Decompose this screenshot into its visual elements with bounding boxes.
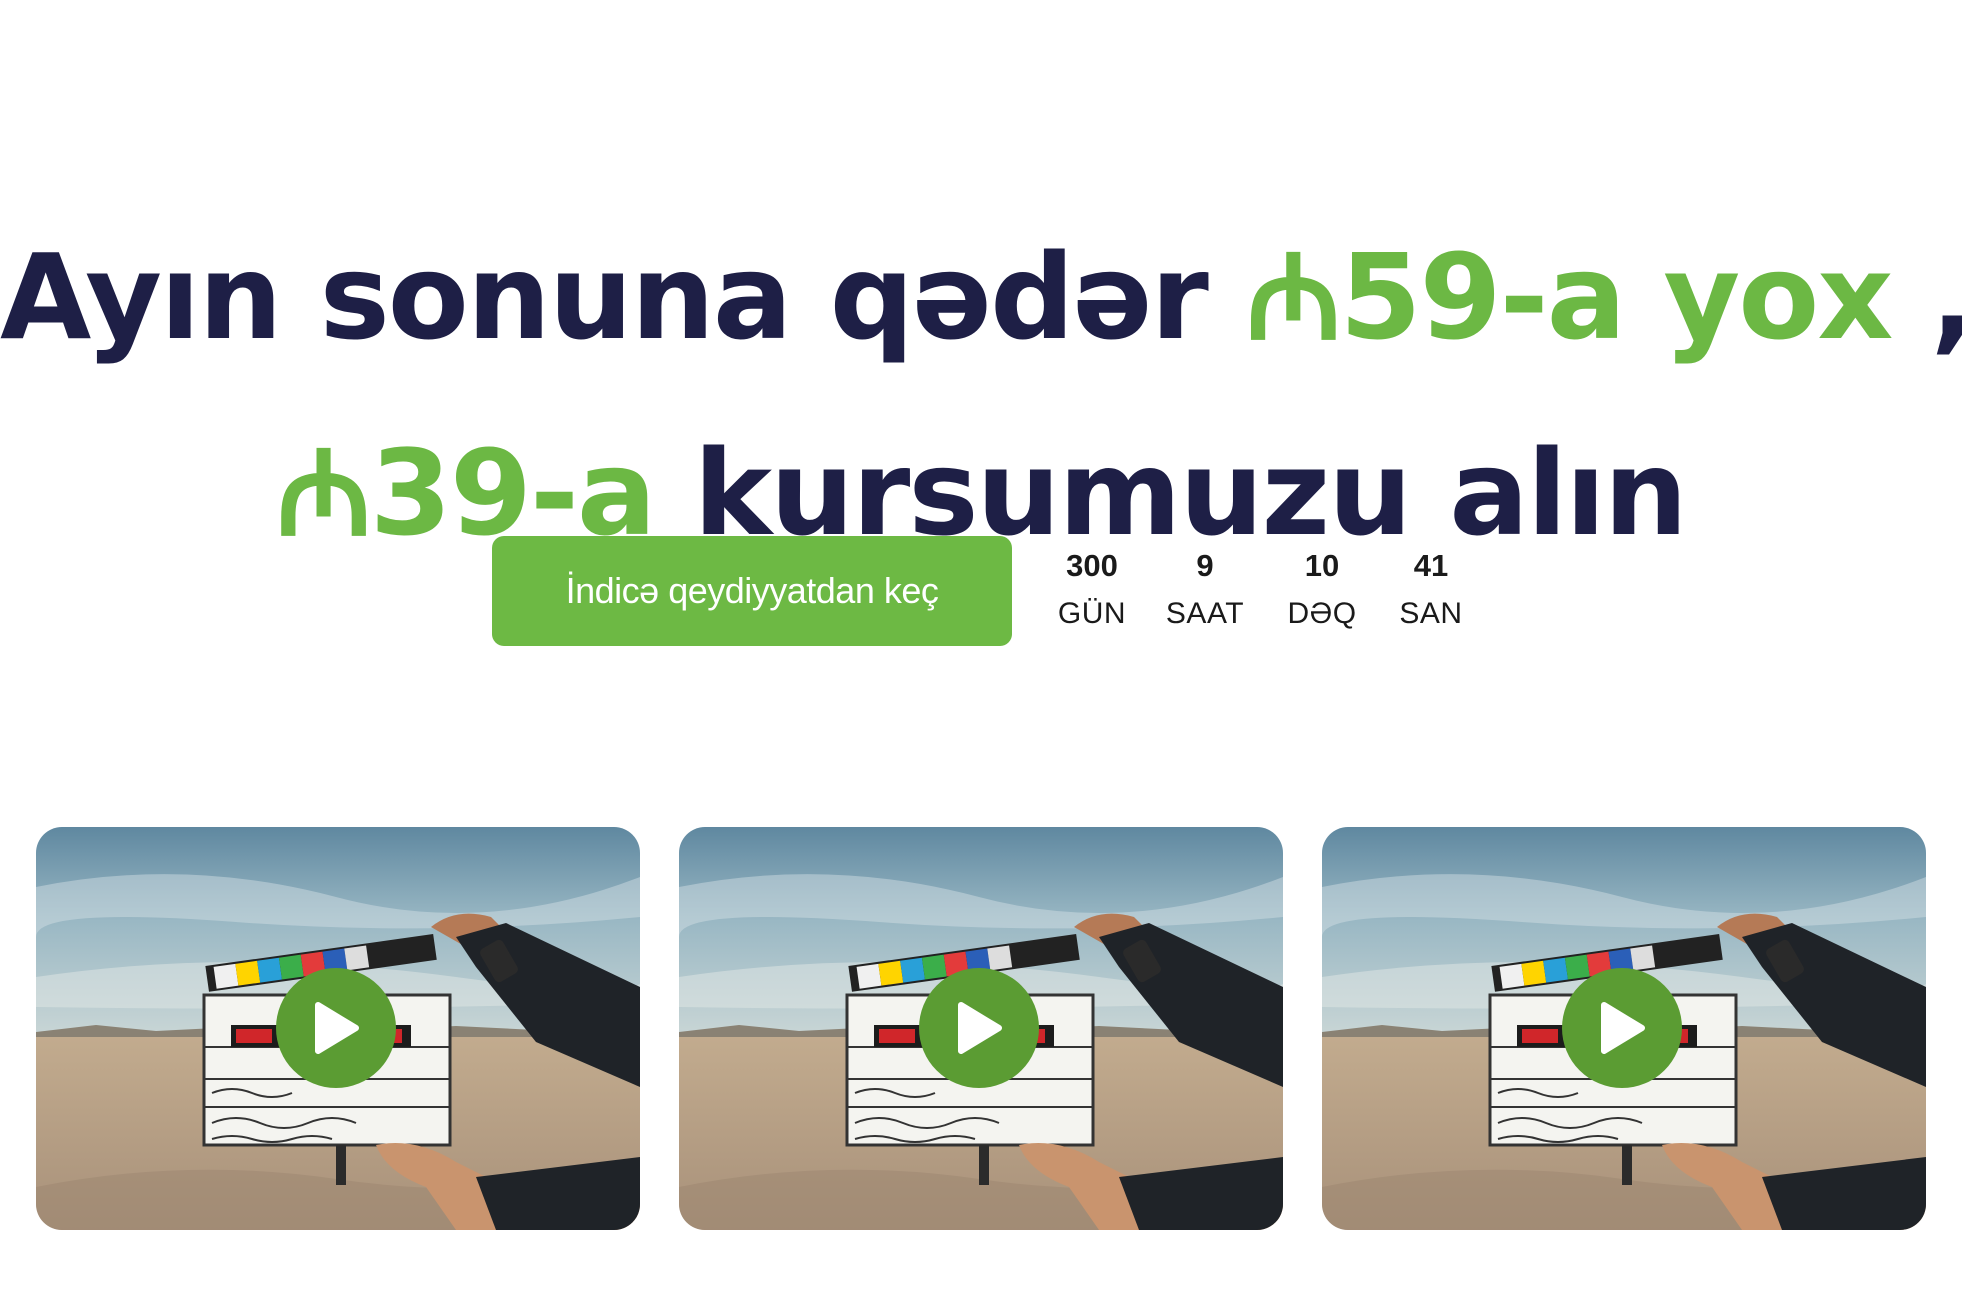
countdown-days-label: GÜN — [1057, 597, 1127, 630]
old-price: ₼59-a yox — [1245, 228, 1894, 367]
countdown-minutes-value: 10 — [1304, 548, 1340, 583]
play-button[interactable] — [1562, 968, 1682, 1088]
countdown-minutes-label: DƏQ — [1287, 597, 1357, 630]
cta-row: İndicə qeydiyyatdan keç 300 GÜN 9 SAAT 1… — [492, 536, 1480, 646]
play-button[interactable] — [276, 968, 396, 1088]
video-gallery — [36, 827, 1926, 1230]
countdown-seconds-label: SAN — [1399, 597, 1463, 630]
countdown-hours: 9 SAAT — [1148, 543, 1262, 639]
register-button[interactable]: İndicə qeydiyyatdan keç — [492, 536, 1012, 646]
headline-comma: , — [1891, 228, 1962, 366]
play-icon — [315, 1002, 359, 1054]
countdown-days-value: 300 — [1066, 548, 1118, 583]
video-card[interactable] — [679, 827, 1283, 1230]
countdown-seconds: 41 SAN — [1382, 543, 1480, 639]
countdown-days: 300 GÜN — [1036, 543, 1148, 639]
countdown-minutes: 10 DƏQ — [1262, 543, 1382, 639]
countdown-hours-value: 9 — [1196, 548, 1214, 583]
play-icon — [1601, 1002, 1645, 1054]
video-card[interactable] — [1322, 827, 1926, 1230]
countdown-timer: 300 GÜN 9 SAAT 10 DƏQ 41 SAN — [1036, 543, 1480, 639]
countdown-hours-label: SAAT — [1165, 597, 1245, 630]
countdown-seconds-value: 41 — [1413, 548, 1449, 583]
play-button[interactable] — [919, 968, 1039, 1088]
promo-headline: Ayın sonuna qədər ₼59-a yox , ₼39-a kurs… — [0, 199, 1962, 591]
play-icon — [958, 1002, 1002, 1054]
headline-line-1: Ayın sonuna qədər ₼59-a yox , — [0, 199, 1962, 395]
video-card[interactable] — [36, 827, 640, 1230]
headline-text-start: Ayın sonuna qədər — [0, 228, 1246, 367]
